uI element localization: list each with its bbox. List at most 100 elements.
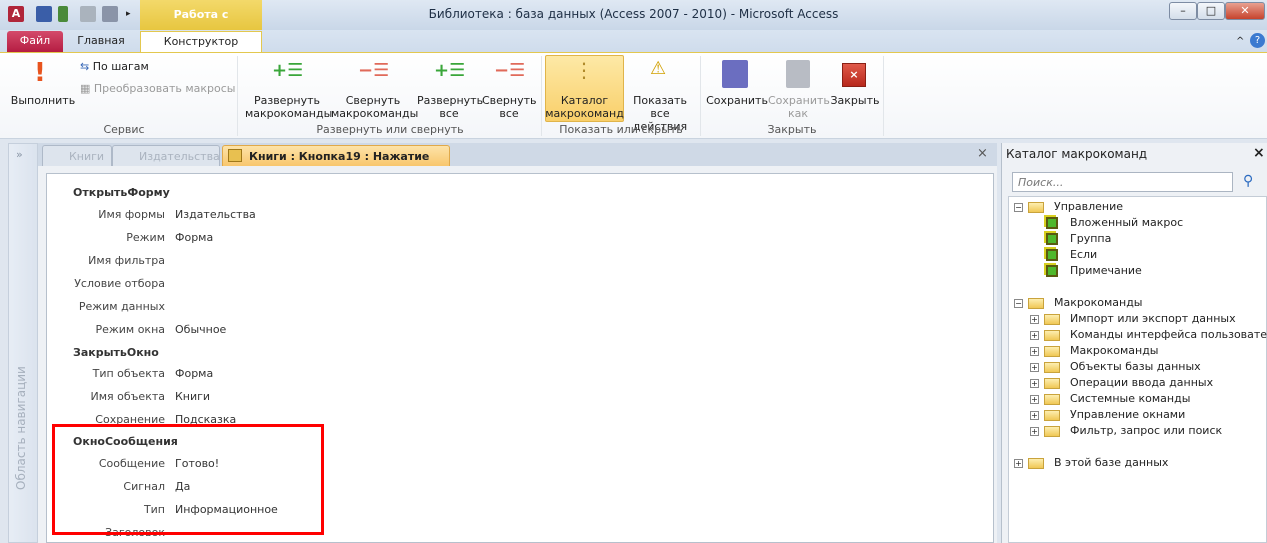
tree-node[interactable]: + Макрокоманды — [1030, 343, 1158, 359]
node-label: Импорт или экспорт данных — [1070, 312, 1236, 325]
group-service-label: Сервис — [103, 123, 145, 136]
folder-icon — [1044, 425, 1060, 437]
divider — [700, 56, 701, 136]
tree-node[interactable]: + Объекты базы данных — [1030, 359, 1201, 375]
node-label: Управление — [1054, 200, 1124, 213]
save-as-button[interactable]: Сохранить как — [768, 94, 830, 120]
tree-node-control[interactable]: − Управление — [1014, 199, 1123, 215]
collapse-actions-button[interactable]: Свернуть макрокоманды — [331, 94, 419, 120]
action-open-form[interactable]: ОткрытьФорму — [73, 186, 170, 199]
step-label: По шагам — [92, 60, 149, 73]
convert-label: Преобразовать макросы — [93, 82, 236, 95]
close-macro-icon: × — [842, 63, 866, 87]
tree-item[interactable]: Если — [1046, 247, 1097, 263]
arg-value[interactable]: Книги — [175, 390, 210, 403]
tree-node[interactable]: + Операции ввода данных — [1030, 375, 1213, 391]
tree-item[interactable]: Группа — [1046, 231, 1111, 247]
tree-node[interactable]: + Системные команды — [1030, 391, 1190, 407]
folder-icon — [1028, 201, 1044, 213]
run-button[interactable]: Выполнить — [10, 94, 76, 107]
arg-label: Условие отбора — [74, 277, 165, 290]
run-icon: ! — [34, 58, 46, 88]
node-label: Объекты базы данных — [1070, 360, 1201, 373]
search-icon[interactable]: ⚲ — [1243, 173, 1253, 189]
expand-icon[interactable]: + — [1030, 330, 1039, 340]
arg-label: Режим данных — [78, 300, 165, 313]
label-line: все — [439, 107, 459, 120]
tree-node[interactable]: + Команды интерфейса пользователя — [1030, 327, 1267, 343]
close-window-button[interactable]: ✕ — [1225, 2, 1265, 20]
highlight-box — [52, 424, 324, 535]
help-icon[interactable]: ? — [1250, 33, 1265, 48]
collapse-icon[interactable]: − — [1014, 202, 1023, 212]
group-expand-label: Развернуть или свернуть — [316, 123, 464, 136]
save-icon — [722, 60, 748, 88]
collapse-icon[interactable]: − — [1014, 298, 1023, 308]
program-flow-icon — [1046, 217, 1058, 229]
label-line: макрокоманды — [245, 107, 333, 120]
close-macro-button[interactable]: Закрыть — [828, 94, 882, 107]
arg-value[interactable]: Издательства — [175, 208, 256, 221]
tree-node[interactable]: + Управление окнами — [1030, 407, 1185, 423]
arg-label: Имя фильтра — [88, 254, 165, 267]
expand-actions-button[interactable]: Развернуть макрокоманды — [245, 94, 333, 120]
expand-icon[interactable]: + — [1030, 346, 1039, 356]
collapse-all-icon: −☰ — [494, 60, 526, 81]
expand-icon[interactable]: + — [1030, 394, 1039, 404]
tree-item[interactable]: Вложенный макрос — [1046, 215, 1183, 231]
node-label: Операции ввода данных — [1070, 376, 1214, 389]
folder-icon — [1044, 377, 1060, 389]
navigation-pane-label: Область навигации — [14, 366, 28, 490]
expand-icon[interactable]: + — [1030, 362, 1039, 372]
program-flow-icon — [1046, 233, 1058, 245]
expand-all-button[interactable]: Развернуть все — [417, 94, 483, 120]
close-document-button[interactable]: × — [977, 146, 988, 161]
tab-file[interactable]: Файл — [7, 31, 63, 52]
expand-actions-icon: +☰ — [272, 60, 304, 81]
arg-label: Тип объекта — [92, 367, 165, 380]
expand-icon[interactable]: + — [1014, 458, 1023, 468]
label-line: Сохранить — [768, 94, 830, 107]
item-label: Группа — [1070, 232, 1112, 245]
arg-value[interactable]: Обычное — [175, 323, 226, 336]
catalog-search-input[interactable]: Поиск... — [1012, 172, 1233, 192]
minimize-button[interactable]: – — [1169, 2, 1197, 20]
tab-design[interactable]: Конструктор — [140, 31, 262, 52]
tree-node[interactable]: + Импорт или экспорт данных — [1030, 311, 1236, 327]
tree-node-this-db[interactable]: + В этой базе данных — [1014, 455, 1168, 471]
doc-tab-macro[interactable]: Книги : Кнопка19 : Нажатие кнопки — [222, 145, 450, 185]
save-button[interactable]: Сохранить — [706, 94, 768, 107]
macro-icon — [228, 149, 242, 162]
arg-value[interactable]: Форма — [175, 367, 213, 380]
maximize-button[interactable]: □ — [1197, 2, 1225, 20]
collapse-all-button[interactable]: Свернуть все — [482, 94, 537, 120]
catalog-title: Каталог макрокоманд — [1006, 147, 1148, 161]
close-catalog-button[interactable]: × — [1253, 145, 1265, 161]
step-button[interactable]: ⇆ По шагам — [80, 60, 149, 73]
node-label: Фильтр, запрос или поиск — [1070, 424, 1223, 437]
divider — [237, 56, 238, 136]
collapse-ribbon-icon[interactable]: ^ — [1236, 36, 1244, 47]
doc-tab-books[interactable]: Книги — [42, 145, 112, 167]
convert-macros-button[interactable]: ▦ Преобразовать макросы — [80, 82, 235, 95]
action-close-window[interactable]: ЗакрытьОкно — [73, 346, 159, 359]
expand-icon[interactable]: + — [1030, 426, 1039, 436]
folder-icon — [1044, 313, 1060, 325]
tab-home[interactable]: Главная — [68, 31, 134, 52]
catalog-label: Каталог макрокоманд — [545, 94, 624, 120]
tree-node-actions[interactable]: − Макрокоманды — [1014, 295, 1142, 311]
divider — [541, 56, 542, 136]
tree-item[interactable]: Примечание — [1046, 263, 1142, 279]
arg-label: Имя объекта — [90, 390, 166, 403]
expand-icon[interactable]: + — [1030, 410, 1039, 420]
expand-icon[interactable]: + — [1030, 378, 1039, 388]
group-show-label: Показать или скрыть — [559, 123, 683, 136]
arg-value[interactable]: Форма — [175, 231, 213, 244]
doc-tab-publishers[interactable]: Издательства — [112, 145, 220, 167]
tree-node[interactable]: + Фильтр, запрос или поиск — [1030, 423, 1222, 439]
expand-icon[interactable]: + — [1030, 314, 1039, 324]
step-icon: ⇆ — [80, 60, 93, 73]
label-line: макрокоманды — [331, 107, 419, 120]
node-label: Команды интерфейса пользователя — [1070, 328, 1267, 341]
nav-toggle-button[interactable]: » — [16, 148, 23, 161]
